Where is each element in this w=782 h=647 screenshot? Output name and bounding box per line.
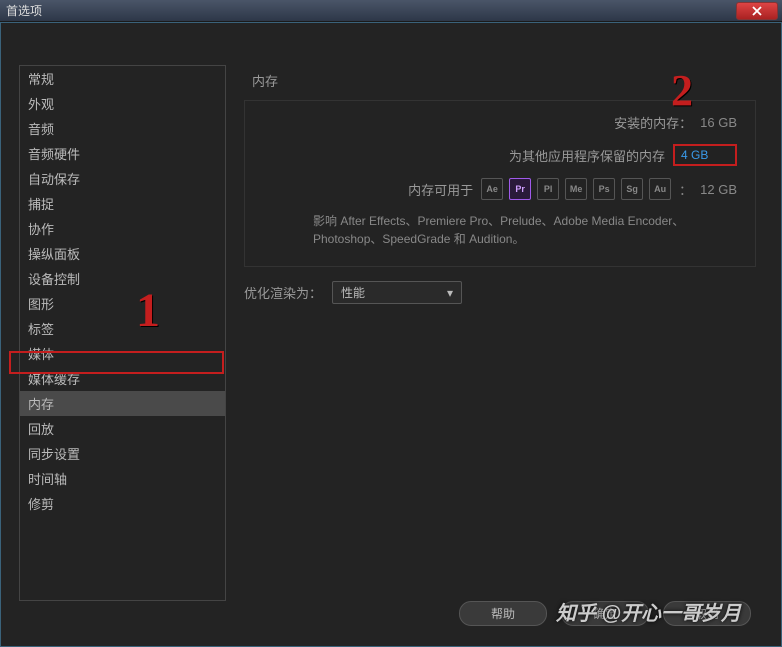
dialog-body: 常规外观音频音频硬件自动保存捕捉协作操纵面板设备控制图形标签媒体媒体缓存内存回放… [0,22,782,647]
sidebar-item[interactable]: 捕捉 [20,191,225,216]
sidebar-item[interactable]: 设备控制 [20,266,225,291]
installed-label: 安装的内存： [614,113,692,132]
app-icons: Ae Pr Pl Me Ps Sg Au [481,178,671,200]
app-icon-pl: Pl [537,178,559,200]
sidebar-item[interactable]: 常规 [20,66,225,91]
sidebar-item[interactable]: 回放 [20,416,225,441]
chevron-down-icon: ▾ [447,286,453,300]
optimize-value: 性能 [341,284,365,301]
app-icon-au: Au [649,178,671,200]
reserved-row: 为其他应用程序保留的内存 4 GB [263,144,737,166]
close-button[interactable] [736,2,778,20]
available-colon: ： [679,180,692,199]
sidebar-item[interactable]: 操纵面板 [20,241,225,266]
sidebar-item[interactable]: 协作 [20,216,225,241]
optimize-label: 优化渲染为： [244,283,322,302]
titlebar: 首选项 [0,0,782,22]
sidebar-item[interactable]: 外观 [20,91,225,116]
sidebar-item[interactable]: 自动保存 [20,166,225,191]
available-label: 内存可用于 [408,180,473,199]
reserved-input[interactable]: 4 GB [673,144,737,166]
optimize-select[interactable]: 性能 ▾ [332,281,462,304]
sidebar-item[interactable]: 音频 [20,116,225,141]
ok-button[interactable]: 确定 [561,601,649,626]
available-value: 12 GB [700,182,737,197]
sidebar-item[interactable]: 媒体 [20,341,225,366]
memory-block: 安装的内存： 16 GB 为其他应用程序保留的内存 4 GB 内存可用于 Ae P… [244,100,756,267]
footer: 帮助 确定 取消 [459,601,751,626]
sidebar-item[interactable]: 媒体缓存 [20,366,225,391]
sidebar-item[interactable]: 时间轴 [20,466,225,491]
app-icon-ps: Ps [593,178,615,200]
app-icon-ae: Ae [481,178,503,200]
app-icon-sg: Sg [621,178,643,200]
help-button[interactable]: 帮助 [459,601,547,626]
sidebar: 常规外观音频音频硬件自动保存捕捉协作操纵面板设备控制图形标签媒体媒体缓存内存回放… [19,65,226,601]
main-panel: 内存 安装的内存： 16 GB 为其他应用程序保留的内存 4 GB 内存可用于 … [244,71,756,304]
window-title: 首选项 [6,2,42,19]
installed-row: 安装的内存： 16 GB [263,113,737,132]
sidebar-item[interactable]: 修剪 [20,491,225,516]
sidebar-item[interactable]: 音频硬件 [20,141,225,166]
sidebar-item[interactable]: 同步设置 [20,441,225,466]
sidebar-item[interactable]: 标签 [20,316,225,341]
app-icon-pr: Pr [509,178,531,200]
optimize-row: 优化渲染为： 性能 ▾ [244,281,756,304]
reserved-label: 为其他应用程序保留的内存 [509,146,665,165]
app-icon-me: Me [565,178,587,200]
close-icon [752,6,762,16]
sidebar-item[interactable]: 图形 [20,291,225,316]
cancel-button[interactable]: 取消 [663,601,751,626]
affects-text: 影响 After Effects、Premiere Pro、Prelude、Ad… [263,212,737,248]
sidebar-item[interactable]: 内存 [20,391,225,416]
available-row: 内存可用于 Ae Pr Pl Me Ps Sg Au ： 12 GB [263,178,737,200]
section-title: 内存 [244,71,756,90]
installed-value: 16 GB [700,115,737,130]
